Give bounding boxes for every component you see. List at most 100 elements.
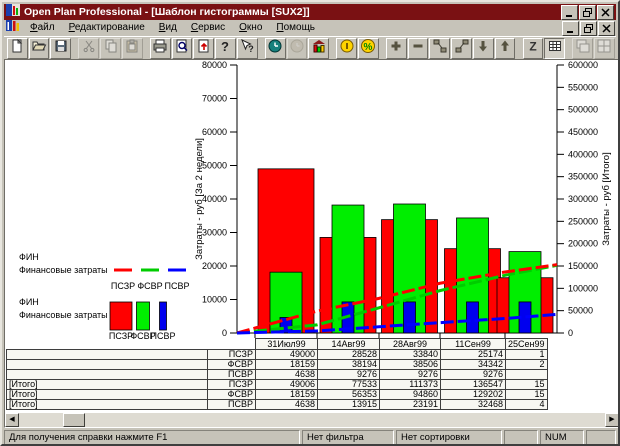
save-icon bbox=[53, 38, 69, 59]
plus-icon bbox=[388, 38, 404, 59]
context-help-button[interactable]: ? bbox=[237, 38, 258, 59]
percent-icon: % bbox=[360, 38, 376, 59]
svg-text:?: ? bbox=[221, 39, 229, 54]
table-cell: [Итого] bbox=[7, 390, 208, 400]
unlink-button[interactable] bbox=[451, 38, 472, 59]
copy-button bbox=[100, 38, 121, 59]
mdi-close-button[interactable] bbox=[598, 21, 615, 36]
scrollbar-thumb[interactable] bbox=[63, 413, 85, 427]
minimize-button[interactable] bbox=[561, 5, 578, 20]
mdi-minimize-button[interactable] bbox=[562, 21, 579, 36]
table-cell: ПСЗР bbox=[208, 350, 256, 360]
table-cell: 4 bbox=[506, 400, 548, 410]
table-cell: [Итого] bbox=[7, 400, 208, 410]
link-button[interactable] bbox=[429, 38, 450, 59]
table-cell: 77533 bbox=[318, 380, 380, 390]
table-cell: 28528 bbox=[318, 350, 380, 360]
grid-view-button[interactable] bbox=[544, 38, 565, 59]
cascade-icon bbox=[575, 38, 591, 59]
tile-windows-button bbox=[594, 38, 615, 59]
table-cell: 56353 bbox=[318, 390, 380, 400]
table-header-date-4: 11Сен99 bbox=[441, 339, 506, 350]
table-cell: 13915 bbox=[318, 400, 380, 410]
down-icon bbox=[475, 38, 491, 59]
save-button[interactable] bbox=[50, 38, 71, 59]
scroll-right-icon[interactable]: ▶ bbox=[605, 413, 619, 427]
menu-bar: ФайлРедактированиеВидСервисОкноПомощь bbox=[4, 21, 616, 35]
menu-6[interactable]: Помощь bbox=[269, 21, 322, 35]
histogram-view-button[interactable] bbox=[308, 38, 329, 59]
horizontal-scrollbar[interactable]: ◀ ▶ bbox=[5, 413, 619, 427]
document-icon[interactable] bbox=[6, 19, 21, 37]
table-cell: 15 bbox=[506, 380, 548, 390]
print-preview-button[interactable] bbox=[172, 38, 193, 59]
table-cell: 111373 bbox=[380, 380, 441, 390]
table-header-date-2: 14Авг99 bbox=[318, 339, 380, 350]
restore-button[interactable] bbox=[579, 5, 596, 20]
table-cell bbox=[7, 350, 208, 360]
table-cell: 4638 bbox=[256, 400, 318, 410]
status-sort: Нет сортировки bbox=[396, 430, 502, 446]
table-cell: 38506 bbox=[380, 360, 441, 370]
percent-button[interactable]: % bbox=[358, 38, 379, 59]
table-cell: 15 bbox=[506, 390, 548, 400]
coin-icon bbox=[339, 38, 355, 59]
status-message: Для получения справки нажмите F1 bbox=[4, 430, 300, 446]
tile-icon bbox=[596, 38, 612, 59]
clock-icon bbox=[267, 38, 283, 59]
cost-button[interactable] bbox=[336, 38, 357, 59]
move-down-button[interactable] bbox=[473, 38, 494, 59]
table-header-date-5: 25Сен99 bbox=[506, 339, 548, 350]
scroll-left-icon[interactable]: ◀ bbox=[5, 413, 19, 427]
add-button[interactable] bbox=[386, 38, 407, 59]
print-button[interactable] bbox=[150, 38, 171, 59]
remove-button[interactable] bbox=[408, 38, 429, 59]
paste-icon bbox=[124, 38, 140, 59]
table-cell: 34342 bbox=[441, 360, 506, 370]
menu-5[interactable]: Окно bbox=[232, 21, 269, 35]
cascade-windows-button bbox=[572, 38, 593, 59]
table-cell: ПСЗР bbox=[208, 380, 256, 390]
menu-2[interactable]: Редактирование bbox=[62, 21, 152, 35]
table-row-4[interactable]: [Итого]ПСЗР490067753311137313654715 bbox=[7, 380, 548, 390]
table-cell bbox=[7, 360, 208, 370]
table-cell: 49006 bbox=[256, 380, 318, 390]
copy-icon bbox=[103, 38, 119, 59]
table-cell: ПСВР bbox=[208, 400, 256, 410]
table-row-2[interactable]: ФСВР181593819438506343422 bbox=[7, 360, 548, 370]
menu-3[interactable]: Вид bbox=[152, 21, 184, 35]
table-cell: 1 bbox=[506, 350, 548, 360]
app-window: Open Plan Professional - [Шаблон гистогр… bbox=[0, 0, 620, 446]
export-icon bbox=[196, 38, 212, 59]
table-row-3[interactable]: ПСВР4638927692769276 bbox=[7, 370, 548, 380]
svg-text:%: % bbox=[364, 42, 373, 53]
help-button[interactable]: ? bbox=[215, 38, 236, 59]
new-button[interactable] bbox=[7, 38, 28, 59]
table-cell: 25174 bbox=[441, 350, 506, 360]
mdi-restore-button[interactable] bbox=[580, 21, 597, 36]
table-cell: ФСВР bbox=[208, 390, 256, 400]
data-table: 31Июл9914Авг9928Авг9911Сен9925Сен99ПСЗР4… bbox=[6, 338, 548, 410]
menu-4[interactable]: Сервис bbox=[184, 21, 232, 35]
status-empty-2 bbox=[586, 430, 616, 446]
table-header-blank bbox=[208, 339, 256, 350]
open-button[interactable] bbox=[29, 38, 50, 59]
barchart-icon bbox=[311, 38, 327, 59]
table-row-6[interactable]: [Итого]ПСВР46381391523191324684 bbox=[7, 400, 548, 410]
table-cell: 18159 bbox=[256, 360, 318, 370]
table-row-1[interactable]: ПСЗР490002852833840251741 bbox=[7, 350, 548, 360]
time-view-button[interactable] bbox=[265, 38, 286, 59]
menu-1[interactable]: Файл bbox=[23, 21, 62, 35]
export-button[interactable] bbox=[193, 38, 214, 59]
table-cell: [Итого] bbox=[7, 380, 208, 390]
close-button[interactable] bbox=[597, 5, 614, 20]
cut-button bbox=[78, 38, 99, 59]
status-empty-1 bbox=[504, 430, 538, 446]
move-up-button[interactable] bbox=[495, 38, 516, 59]
table-header-blank bbox=[7, 339, 208, 350]
zoom-button[interactable]: Z bbox=[523, 38, 544, 59]
table-header-date-1: 31Июл99 bbox=[256, 339, 318, 350]
table-row-5[interactable]: [Итого]ФСВР18159563539486012920215 bbox=[7, 390, 548, 400]
status-num-lock: NUM bbox=[540, 430, 584, 446]
up-icon bbox=[497, 38, 513, 59]
